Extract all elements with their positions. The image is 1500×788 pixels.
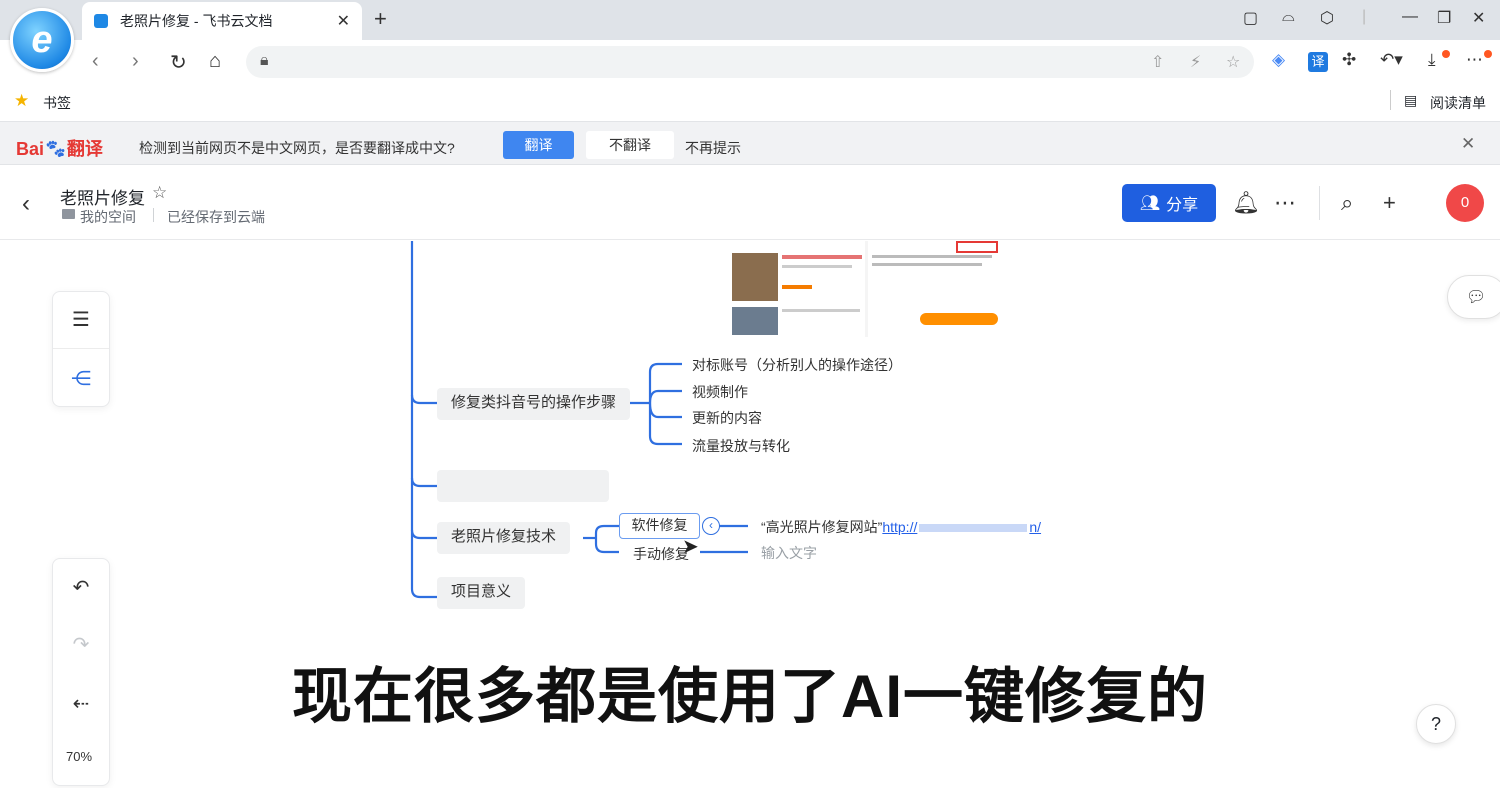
translate-extension-icon[interactable]: 译: [1308, 52, 1328, 72]
folder-icon: [62, 209, 75, 219]
back-icon[interactable]: ‹: [92, 50, 99, 73]
window-divider: |: [1362, 8, 1367, 25]
branch-empty[interactable]: [437, 470, 609, 502]
note-link-tail: n/: [1029, 519, 1042, 535]
software-repair-note[interactable]: “高光照片修复网站”http:// n/: [761, 517, 1041, 537]
download-icon[interactable]: ⤓: [1428, 50, 1436, 70]
save-status: 已经保存到云端: [167, 209, 265, 225]
share-page-icon[interactable]: ⇧: [1151, 52, 1164, 72]
collapse-chevron-icon[interactable]: ‹: [702, 517, 720, 535]
embedded-screenshot-image[interactable]: [730, 241, 1000, 337]
outline-list-icon[interactable]: ☰: [68, 307, 94, 332]
translate-close-icon[interactable]: ✕: [1461, 134, 1475, 154]
video-caption: 现在很多都是使用了AI一键修复的: [292, 663, 1208, 730]
baidu-translate-logo: Bai🐾︎翻译: [16, 139, 103, 159]
bell-icon[interactable]: 🔔︎: [1232, 190, 1260, 216]
bookmarks-bar: [0, 84, 1500, 120]
header-divider: [1319, 186, 1320, 220]
leaf-benchmark-accounts[interactable]: 对标账号（分析别人的操作途径）: [692, 355, 902, 375]
forward-icon[interactable]: ›: [132, 50, 139, 73]
leaf-update-content[interactable]: 更新的内容: [692, 408, 762, 428]
lock-icon: 🔒︎: [260, 52, 269, 69]
doc-title[interactable]: 老照片修复: [60, 184, 145, 209]
branch-operation-steps[interactable]: 修复类抖音号的操作步骤: [437, 388, 631, 420]
restore-icon[interactable]: ❐: [1437, 8, 1451, 28]
tab-close-icon[interactable]: ✕: [337, 11, 350, 31]
browser-tab[interactable]: 老照片修复 - 飞书云文档 ✕: [82, 2, 362, 40]
blurred-url: [919, 524, 1028, 533]
comment-icon: 💬︎: [1466, 289, 1487, 306]
share-button[interactable]: 👥︎ 分享: [1122, 184, 1216, 222]
translate-message: 检测到当前网页不是中文网页，是否要翻译成中文?: [139, 140, 455, 156]
address-bar[interactable]: [246, 46, 1254, 78]
node-manual-repair[interactable]: 手动修复: [633, 544, 689, 564]
photo-thumb-1: [732, 253, 778, 301]
minimize-icon[interactable]: —: [1402, 8, 1418, 26]
never-prompt-button[interactable]: 不再提示: [685, 138, 741, 158]
puzzle-icon[interactable]: ✣: [1342, 50, 1356, 70]
browser-logo[interactable]: e: [10, 8, 74, 72]
breadcrumb-divider: [153, 208, 154, 222]
leaf-video-production[interactable]: 视频制作: [692, 382, 748, 402]
structure-icon[interactable]: ⋲: [68, 366, 94, 391]
photo-thumb-2: [732, 307, 778, 335]
bookmark-divider: [1390, 90, 1391, 110]
mouse-cursor-icon: ➤: [682, 536, 699, 558]
translate-button[interactable]: 翻译: [503, 131, 574, 159]
note-link-head: http://: [882, 519, 918, 535]
doc-back-icon[interactable]: ‹: [22, 190, 30, 218]
flash-icon[interactable]: ⚡︎: [1190, 52, 1201, 72]
menu-badge: [1484, 50, 1492, 58]
baidu-brand-suffix: 翻译: [66, 139, 103, 159]
zoom-level[interactable]: 70%: [66, 749, 92, 764]
feishu-favicon-icon: [94, 14, 108, 28]
breadcrumb-space[interactable]: 我的空间: [80, 207, 136, 227]
favorite-icon[interactable]: ☆: [152, 183, 167, 203]
bookmark-star-icon: ★: [14, 91, 30, 110]
branch-project-meaning[interactable]: 项目意义: [437, 577, 526, 609]
close-window-icon[interactable]: ✕: [1472, 8, 1485, 28]
new-tab-icon[interactable]: +: [374, 6, 387, 32]
add-icon[interactable]: +: [1383, 190, 1396, 216]
incognito-icon[interactable]: ⌓: [1282, 8, 1295, 26]
reading-list-button[interactable]: 阅读清单: [1430, 93, 1486, 113]
undo-history-icon[interactable]: ↶▾: [1380, 50, 1403, 70]
extension-shield-icon[interactable]: ◈: [1272, 50, 1285, 70]
text-input-placeholder[interactable]: 输入文字: [761, 543, 817, 563]
download-badge: [1442, 50, 1450, 58]
reload-icon[interactable]: ↻: [170, 50, 187, 75]
branch-restoration-tech[interactable]: 老照片修复技术: [437, 522, 571, 554]
home-icon[interactable]: ⌂: [209, 50, 221, 73]
more-options-icon[interactable]: ⋯: [1274, 190, 1296, 216]
search-icon[interactable]: ⌕: [1341, 190, 1353, 216]
baidu-brand: Bai: [16, 139, 45, 159]
more-menu-icon[interactable]: ⋯: [1466, 50, 1483, 70]
bookmarks-label[interactable]: 书签: [43, 93, 71, 113]
favorite-star-icon[interactable]: ☆: [1226, 52, 1240, 72]
note-link[interactable]: http:// n/: [882, 519, 1041, 535]
tab-count-icon[interactable]: ▢: [1243, 8, 1258, 28]
reading-list-icon: ▤: [1404, 92, 1418, 108]
avatar[interactable]: 0: [1446, 184, 1484, 222]
dont-translate-button[interactable]: 不翻译: [586, 131, 674, 159]
share-label: 分享: [1166, 197, 1199, 214]
note-prefix: “高光照片修复网站”: [761, 519, 883, 535]
undo-icon[interactable]: ↶: [68, 575, 94, 600]
leaf-traffic-conversion[interactable]: 流量投放与转化: [692, 436, 790, 456]
skin-icon[interactable]: ⬡: [1320, 8, 1334, 28]
users-icon: 👥︎: [1139, 195, 1161, 212]
tab-title: 老照片修复 - 飞书云文档: [120, 13, 273, 29]
